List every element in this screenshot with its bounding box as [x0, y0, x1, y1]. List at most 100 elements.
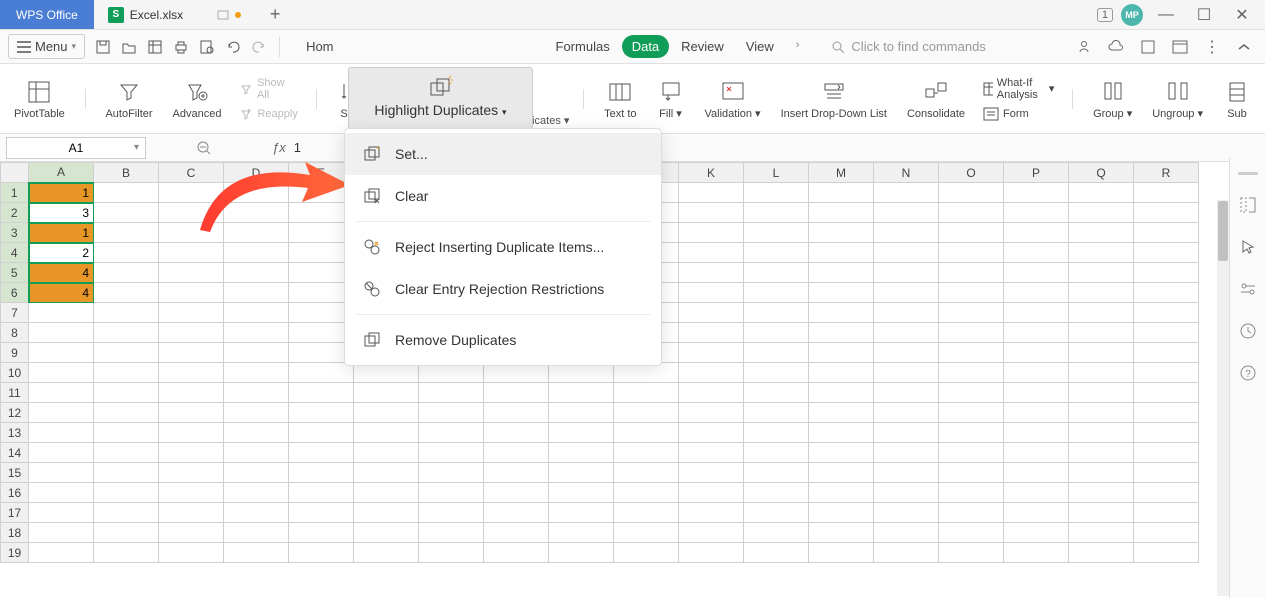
- cursor-tool-button[interactable]: [1236, 235, 1260, 259]
- cell-L2[interactable]: [744, 203, 809, 223]
- cell-H19[interactable]: [484, 543, 549, 563]
- cell-F16[interactable]: [354, 483, 419, 503]
- cell-M1[interactable]: [809, 183, 874, 203]
- maximize-button[interactable]: ☐: [1189, 0, 1219, 30]
- cell-G15[interactable]: [419, 463, 484, 483]
- ungroup-button[interactable]: Ungroup ▾: [1146, 75, 1209, 122]
- cell-L13[interactable]: [744, 423, 809, 443]
- cell-O11[interactable]: [939, 383, 1004, 403]
- save-button[interactable]: [91, 35, 115, 59]
- cell-L6[interactable]: [744, 283, 809, 303]
- cell-F14[interactable]: [354, 443, 419, 463]
- cell-R8[interactable]: [1134, 323, 1199, 343]
- cell-K13[interactable]: [679, 423, 744, 443]
- cell-E18[interactable]: [289, 523, 354, 543]
- menu-remove-duplicates[interactable]: Remove Duplicates: [345, 319, 661, 361]
- cell-D2[interactable]: [224, 203, 289, 223]
- cell-L11[interactable]: [744, 383, 809, 403]
- cell-O16[interactable]: [939, 483, 1004, 503]
- minimize-button[interactable]: —: [1151, 0, 1181, 30]
- cell-R15[interactable]: [1134, 463, 1199, 483]
- cell-D17[interactable]: [224, 503, 289, 523]
- cell-B2[interactable]: [94, 203, 159, 223]
- cell-F17[interactable]: [354, 503, 419, 523]
- cell-H14[interactable]: [484, 443, 549, 463]
- cell-A9[interactable]: [29, 343, 94, 363]
- cell-A7[interactable]: [29, 303, 94, 323]
- cell-M15[interactable]: [809, 463, 874, 483]
- cell-F11[interactable]: [354, 383, 419, 403]
- tab-home[interactable]: Hom: [296, 35, 343, 58]
- cell-O17[interactable]: [939, 503, 1004, 523]
- vertical-scrollbar[interactable]: [1217, 200, 1229, 596]
- cell-O9[interactable]: [939, 343, 1004, 363]
- cell-Q17[interactable]: [1069, 503, 1134, 523]
- cell-N15[interactable]: [874, 463, 939, 483]
- cell-P18[interactable]: [1004, 523, 1069, 543]
- consolidate-button[interactable]: Consolidate: [901, 76, 971, 122]
- cell-M18[interactable]: [809, 523, 874, 543]
- cell-G13[interactable]: [419, 423, 484, 443]
- cell-D12[interactable]: [224, 403, 289, 423]
- cell-R10[interactable]: [1134, 363, 1199, 383]
- cell-D11[interactable]: [224, 383, 289, 403]
- row-header-6[interactable]: 6: [1, 283, 29, 303]
- column-header-D[interactable]: D: [224, 163, 289, 183]
- cell-P4[interactable]: [1004, 243, 1069, 263]
- cell-J16[interactable]: [614, 483, 679, 503]
- cell-D1[interactable]: [224, 183, 289, 203]
- redo-button[interactable]: [247, 35, 271, 59]
- cell-A11[interactable]: [29, 383, 94, 403]
- cell-A13[interactable]: [29, 423, 94, 443]
- cell-P6[interactable]: [1004, 283, 1069, 303]
- cell-M5[interactable]: [809, 263, 874, 283]
- cell-O6[interactable]: [939, 283, 1004, 303]
- cell-E16[interactable]: [289, 483, 354, 503]
- insert-dropdown-button[interactable]: Insert Drop-Down List: [775, 76, 893, 122]
- cell-Q5[interactable]: [1069, 263, 1134, 283]
- cell-Q6[interactable]: [1069, 283, 1134, 303]
- tab-view[interactable]: View: [736, 35, 784, 58]
- history-button[interactable]: [1135, 34, 1161, 60]
- cell-M7[interactable]: [809, 303, 874, 323]
- history-tool-button[interactable]: [1236, 319, 1260, 343]
- cell-R17[interactable]: [1134, 503, 1199, 523]
- cell-P17[interactable]: [1004, 503, 1069, 523]
- cell-G16[interactable]: [419, 483, 484, 503]
- cell-J17[interactable]: [614, 503, 679, 523]
- cell-C17[interactable]: [159, 503, 224, 523]
- cell-L9[interactable]: [744, 343, 809, 363]
- reapply-button[interactable]: Reapply: [235, 105, 301, 123]
- zoom-out-icon[interactable]: [196, 140, 212, 156]
- column-header-R[interactable]: R: [1134, 163, 1199, 183]
- cell-M9[interactable]: [809, 343, 874, 363]
- cell-R18[interactable]: [1134, 523, 1199, 543]
- cell-Q12[interactable]: [1069, 403, 1134, 423]
- column-header-B[interactable]: B: [94, 163, 159, 183]
- cell-N5[interactable]: [874, 263, 939, 283]
- window-button[interactable]: [1167, 34, 1193, 60]
- command-search[interactable]: Click to find commands: [831, 39, 985, 54]
- cell-C5[interactable]: [159, 263, 224, 283]
- print-button[interactable]: [169, 35, 193, 59]
- row-header-1[interactable]: 1: [1, 183, 29, 203]
- cell-N19[interactable]: [874, 543, 939, 563]
- cell-A18[interactable]: [29, 523, 94, 543]
- menu-set[interactable]: Set...: [345, 133, 661, 175]
- cell-H18[interactable]: [484, 523, 549, 543]
- cell-C9[interactable]: [159, 343, 224, 363]
- cell-J18[interactable]: [614, 523, 679, 543]
- cell-K4[interactable]: [679, 243, 744, 263]
- cell-D15[interactable]: [224, 463, 289, 483]
- row-header-15[interactable]: 15: [1, 463, 29, 483]
- cell-C19[interactable]: [159, 543, 224, 563]
- cell-G12[interactable]: [419, 403, 484, 423]
- autofilter-button[interactable]: AutoFilter: [99, 76, 158, 122]
- cell-J11[interactable]: [614, 383, 679, 403]
- pivottable-button[interactable]: PivotTable: [8, 76, 71, 122]
- cell-N16[interactable]: [874, 483, 939, 503]
- settings-tool-button[interactable]: [1236, 277, 1260, 301]
- column-header-C[interactable]: C: [159, 163, 224, 183]
- subtotal-button[interactable]: Sub: [1217, 76, 1257, 122]
- template-button[interactable]: [143, 35, 167, 59]
